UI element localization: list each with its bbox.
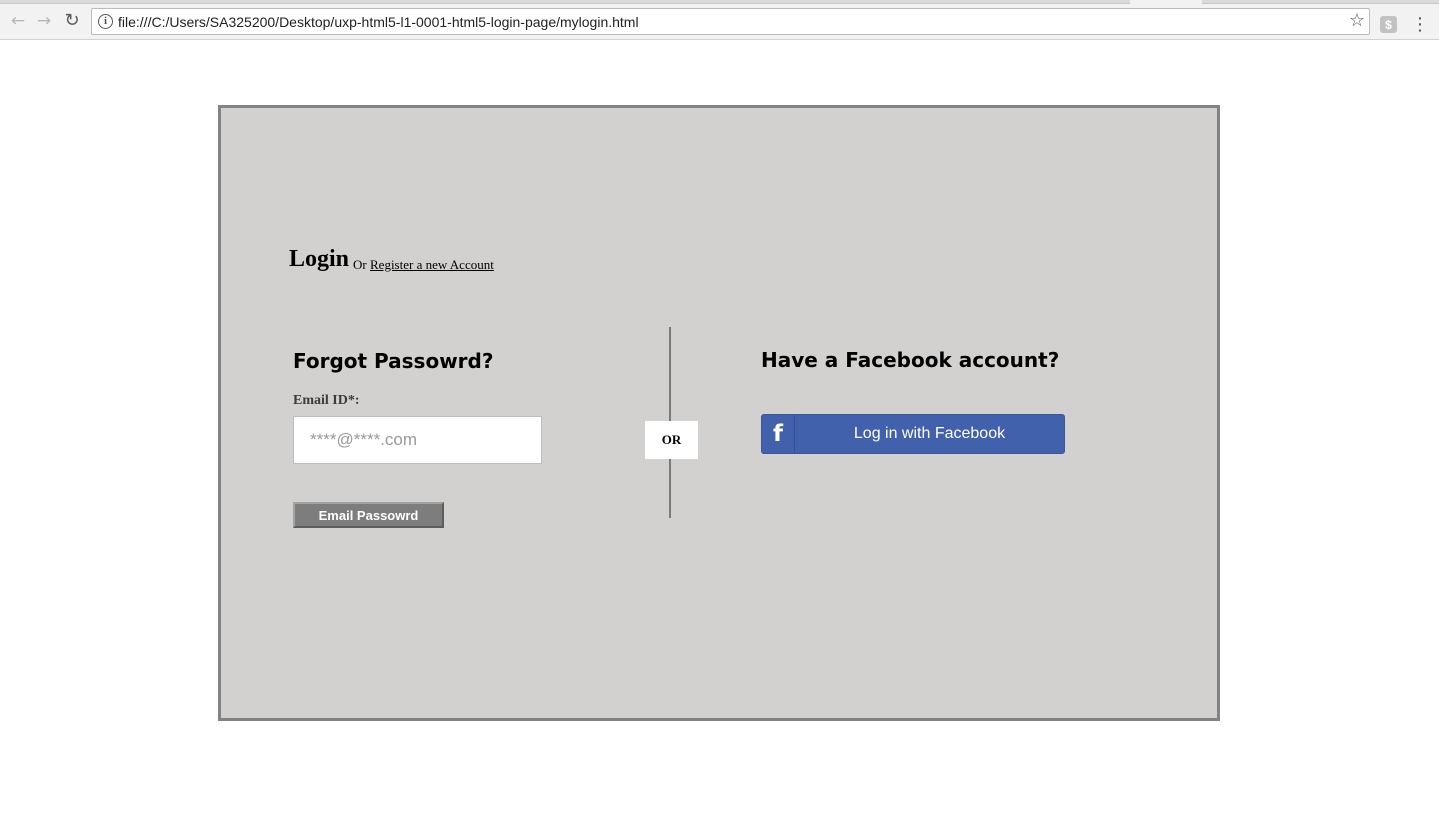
or-separator: OR [645, 421, 698, 459]
extension-icon[interactable]: $ [1380, 16, 1397, 33]
login-card: Login Or Register a new Account Forgot P… [218, 105, 1220, 721]
browser-menu-icon[interactable]: ⋮ [1410, 13, 1430, 35]
facebook-login-button[interactable]: f Log in with Facebook [761, 414, 1065, 454]
email-password-button[interactable]: Email Passowrd [293, 502, 444, 528]
forward-arrow-icon[interactable]: → [32, 9, 56, 33]
back-arrow-icon[interactable]: ← [6, 9, 30, 33]
facebook-login-label: Log in with Facebook [853, 425, 1006, 442]
facebook-title: Have a Facebook account? [761, 348, 1060, 372]
address-bar[interactable]: i file:///C:/Users/SA325200/Desktop/uxp-… [91, 8, 1370, 35]
bookmark-star-icon[interactable]: ☆ [1349, 10, 1365, 31]
url-text[interactable]: file:///C:/Users/SA325200/Desktop/uxp-ht… [118, 14, 639, 30]
browser-toolbar: ← → ↻ i file:///C:/Users/SA325200/Deskto… [0, 4, 1439, 40]
login-heading: Login [289, 246, 350, 272]
forgot-password-title: Forgot Passowrd? [293, 349, 494, 373]
facebook-icon: f [762, 415, 795, 453]
reload-icon[interactable]: ↻ [60, 9, 84, 33]
info-icon[interactable]: i [98, 14, 113, 29]
register-link[interactable]: Register a new Account [370, 257, 494, 273]
email-input[interactable] [293, 416, 542, 464]
email-label: Email ID*: [293, 393, 360, 408]
or-text: Or [353, 257, 367, 272]
